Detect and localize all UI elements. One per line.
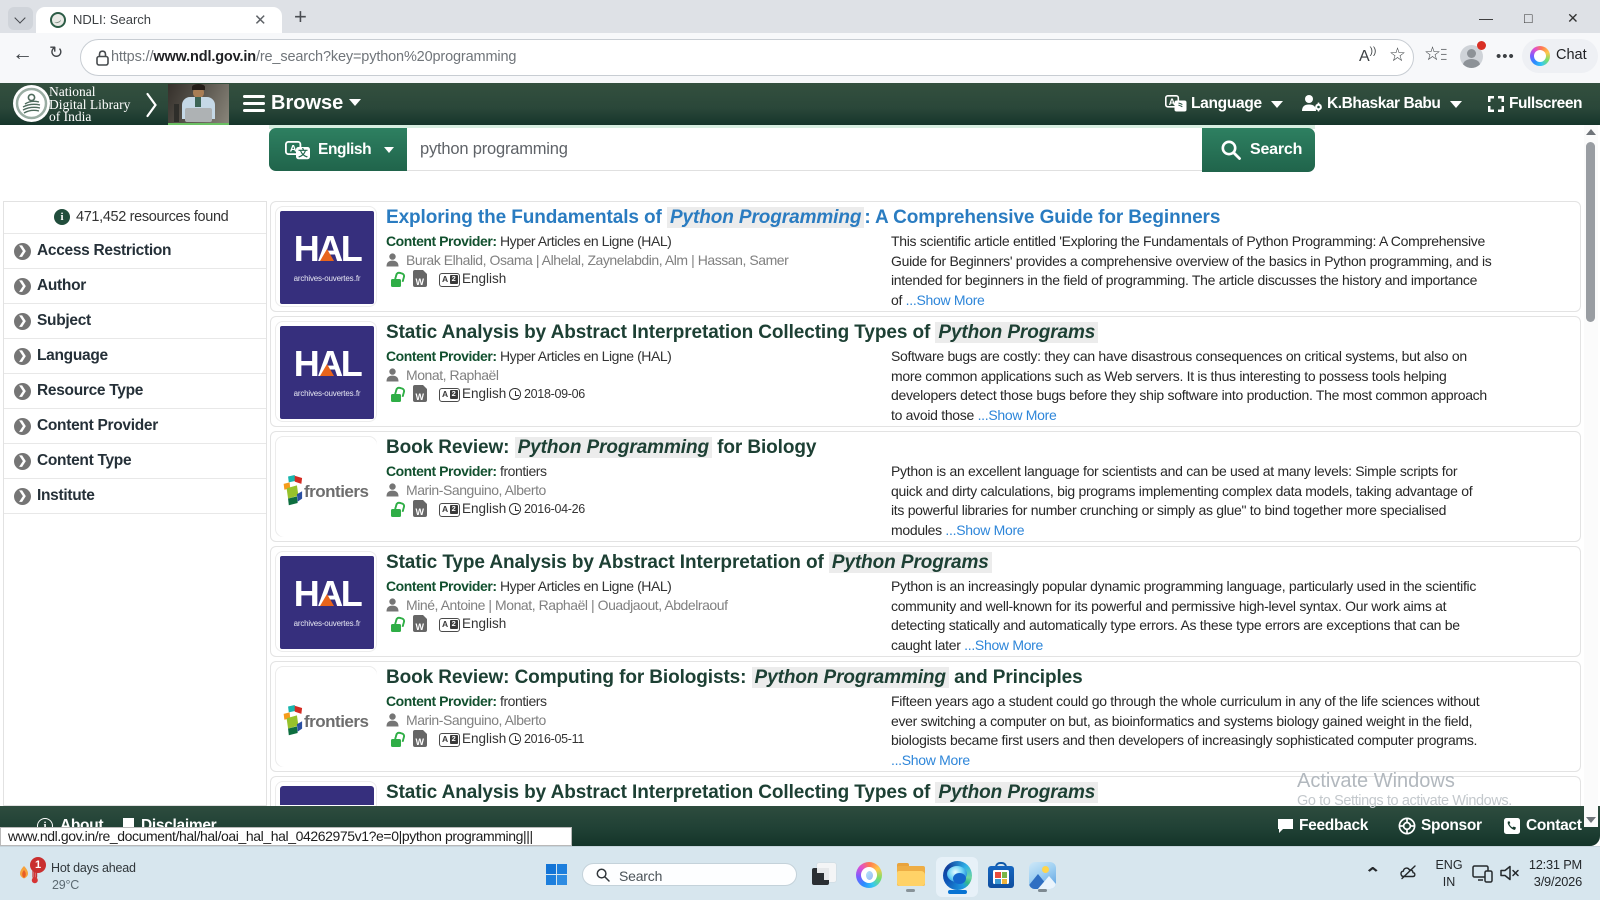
svg-text:文: 文: [297, 148, 308, 160]
svg-text:⺀: ⺀: [1176, 101, 1185, 111]
svg-text:A: A: [290, 144, 297, 155]
